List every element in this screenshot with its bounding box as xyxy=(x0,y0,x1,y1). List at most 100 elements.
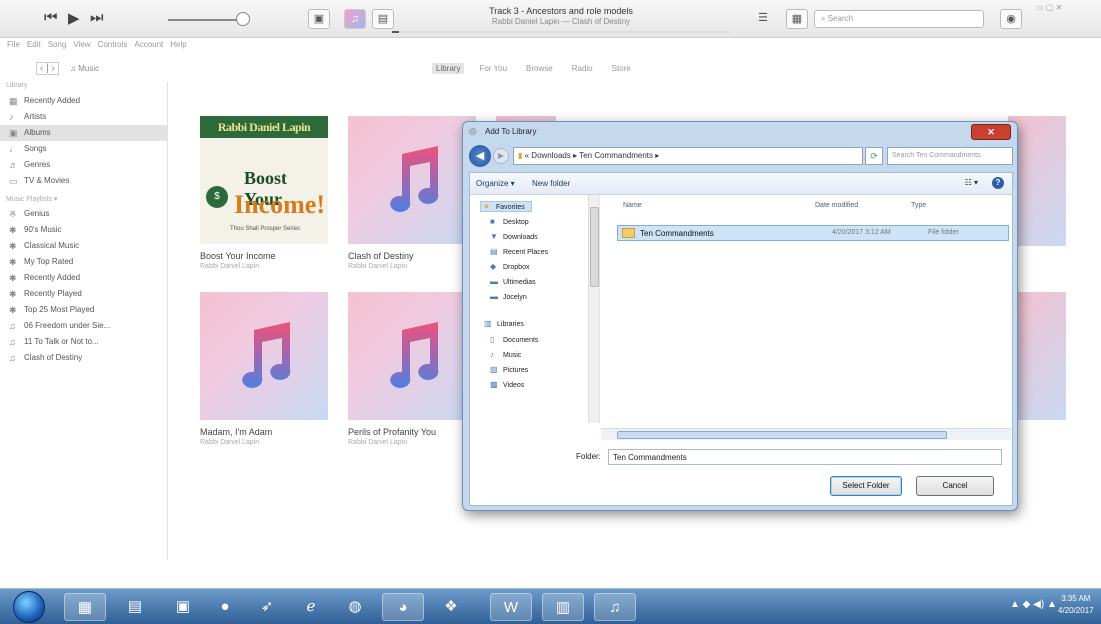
column-date[interactable]: Date modified xyxy=(815,202,858,209)
menu-file[interactable]: File xyxy=(7,40,20,49)
up-next-icon[interactable]: ☰ xyxy=(752,9,774,29)
album-art-thumb[interactable]: ♫ xyxy=(344,9,366,29)
sidebar-item[interactable]: ✱ 90's Music xyxy=(0,222,167,238)
media-app-icon[interactable]: ▣ xyxy=(162,593,204,621)
volume-knob[interactable] xyxy=(236,12,250,26)
sidebar-item[interactable]: ※ Genius xyxy=(0,206,167,222)
sidebar-item[interactable]: ♬ Genres xyxy=(0,157,167,173)
volume-slider[interactable] xyxy=(168,19,240,21)
sidebar-item[interactable]: ▦ Recently Added xyxy=(0,93,167,109)
horizontal-scrollbar-thumb[interactable] xyxy=(617,431,947,439)
sidebar-item[interactable]: ✱ Top 25 Most Played xyxy=(0,302,167,318)
nav-item[interactable]: ♪ Music xyxy=(490,350,521,359)
menu-controls[interactable]: Controls xyxy=(98,40,128,49)
new-folder-button[interactable]: New folder xyxy=(532,179,570,188)
sidebar-playlists-heading[interactable]: Music Playlists ▾ xyxy=(0,195,167,206)
system-tray-icons[interactable]: ▲ ◆ ◀) ▲ xyxy=(1010,599,1057,610)
nav-scrollbar[interactable] xyxy=(588,195,599,423)
folder-field[interactable]: Ten Commandments xyxy=(608,449,1002,465)
column-type[interactable]: Type xyxy=(911,202,926,209)
sidebar-item[interactable]: ▣ Albums xyxy=(0,125,167,141)
dialog-search-input[interactable]: Search Ten Commandments xyxy=(887,147,1013,165)
account-button[interactable]: ◉ xyxy=(1000,9,1022,29)
organize-button[interactable]: Organize ▾ xyxy=(476,179,515,188)
sidebar-item[interactable]: ✱ Classical Music xyxy=(0,238,167,254)
clock[interactable]: 3:35 AM 4/20/2017 xyxy=(1058,593,1094,617)
album-cover[interactable] xyxy=(348,292,476,420)
word-app-icon[interactable]: W xyxy=(490,593,532,621)
nav-item[interactable]: ◆ Dropbox xyxy=(490,262,529,271)
column-name[interactable]: Name xyxy=(623,202,642,209)
nav-item[interactable]: ▯ Documents xyxy=(490,335,538,344)
chrome-app-icon[interactable]: ◕ xyxy=(382,593,424,621)
close-button[interactable]: ✕ xyxy=(971,124,1011,140)
cancel-button[interactable]: Cancel xyxy=(916,476,994,496)
play-icon[interactable]: ▶ xyxy=(68,9,80,27)
shuffle-button[interactable]: ▣ xyxy=(308,9,330,29)
tab-for-you[interactable]: For You xyxy=(475,63,511,74)
forward-arrow-icon[interactable]: ▶ xyxy=(493,148,509,164)
album-card[interactable]: Clash of Destiny Rabbi Daniel Lapin xyxy=(348,116,476,270)
ie-app-icon[interactable]: ℯ xyxy=(290,593,332,621)
playback-progress[interactable] xyxy=(392,31,730,33)
nav-item[interactable]: ★ Favorites xyxy=(480,201,532,212)
album-card[interactable]: Madam, I'm Adam Rabbi Daniel Lapin xyxy=(200,292,328,446)
nav-item[interactable]: ▬ Ultimedias xyxy=(490,277,536,286)
now-playing-display[interactable]: Track 3 - Ancestors and role models Rabb… xyxy=(392,3,730,35)
nav-item[interactable]: ■ Desktop xyxy=(490,217,529,226)
tab-browse[interactable]: Browse xyxy=(522,63,557,74)
views-icon[interactable]: ☷ ▾ xyxy=(965,178,978,187)
menu-help[interactable]: Help xyxy=(170,40,186,49)
album-cover[interactable] xyxy=(348,116,476,244)
tool-app-icon[interactable]: ➶ xyxy=(246,593,288,621)
sidebar-item[interactable]: ✱ Recently Added xyxy=(0,270,167,286)
album-card[interactable]: Rabbi Daniel Lapin Boost Your Income! $ … xyxy=(200,116,328,270)
itunes-app-icon[interactable]: ♫ xyxy=(594,593,636,621)
sidebar-item[interactable]: ♫ 06 Freedom under Sie... xyxy=(0,318,167,334)
back-arrow-icon[interactable]: ◀ xyxy=(469,145,491,167)
explorer-app-icon[interactable]: ▦ xyxy=(64,593,106,621)
tab-radio[interactable]: Radio xyxy=(568,63,597,74)
network-app-icon[interactable]: ❖ xyxy=(430,593,472,621)
search-input[interactable]: ⌕ Search xyxy=(814,10,984,28)
sidebar-item[interactable]: ✱ Recently Played xyxy=(0,286,167,302)
select-folder-button[interactable]: Select Folder xyxy=(830,476,902,496)
refresh-icon[interactable]: ⟳ xyxy=(865,147,883,165)
mini-player-button[interactable]: ▤ xyxy=(372,9,394,29)
sidebar-item[interactable]: ✱ My Top Rated xyxy=(0,254,167,270)
menu-account[interactable]: Account xyxy=(134,40,163,49)
nav-item[interactable]: ▥ Libraries xyxy=(484,319,524,328)
tab-store[interactable]: Store xyxy=(608,63,635,74)
sidebar-item[interactable]: ♫ Clash of Destiny xyxy=(0,350,167,366)
list-view-button[interactable]: ▦ xyxy=(786,9,808,29)
sidebar-item[interactable]: ♫ 11 To Talk or Not to... xyxy=(0,334,167,350)
nav-scrollbar-thumb[interactable] xyxy=(590,207,599,287)
album-card[interactable]: Perils of Profanity You Rabbi Daniel Lap… xyxy=(348,292,476,446)
menu-edit[interactable]: Edit xyxy=(27,40,41,49)
notepad-app-icon[interactable]: ▤ xyxy=(114,593,156,621)
library-selector[interactable]: ♫ Music xyxy=(70,64,99,73)
nav-item[interactable]: ▼ Downloads xyxy=(490,232,538,241)
help-icon[interactable]: ? xyxy=(992,177,1004,189)
nav-item[interactable]: ▨ Pictures xyxy=(490,365,528,374)
start-button[interactable] xyxy=(13,591,45,623)
file-row[interactable]: Ten Commandments 4/20/2017 3:12 AM File … xyxy=(617,225,1009,241)
address-bar[interactable]: ▮ « Downloads ▸ Ten Commandments ▸ xyxy=(513,147,863,165)
window-controls[interactable]: ▭ ▢ ✕ xyxy=(1036,3,1062,12)
album-cover[interactable]: Rabbi Daniel Lapin Boost Your Income! $ … xyxy=(200,116,328,244)
horizontal-scrollbar[interactable] xyxy=(601,428,1011,440)
sidebar-item[interactable]: ♩ Songs xyxy=(0,141,167,157)
nav-item[interactable]: ▩ Videos xyxy=(490,380,524,389)
window-app-icon[interactable]: ▥ xyxy=(542,593,584,621)
tab-library[interactable]: Library xyxy=(432,63,465,74)
previous-track-icon[interactable]: ⏮ xyxy=(44,9,58,26)
menu-view[interactable]: View xyxy=(73,40,90,49)
globe-app-icon[interactable]: ● xyxy=(204,593,246,621)
nav-item[interactable]: ▬ Jocelyn xyxy=(490,292,527,301)
sidebar-item[interactable]: ▭ TV & Movies xyxy=(0,173,167,189)
next-track-icon[interactable]: ⏭ xyxy=(90,9,104,26)
album-cover[interactable] xyxy=(200,292,328,420)
nav-item[interactable]: ▤ Recent Places xyxy=(490,247,548,256)
menu-song[interactable]: Song xyxy=(48,40,67,49)
back-forward-buttons[interactable]: ‹ | › xyxy=(36,62,59,75)
